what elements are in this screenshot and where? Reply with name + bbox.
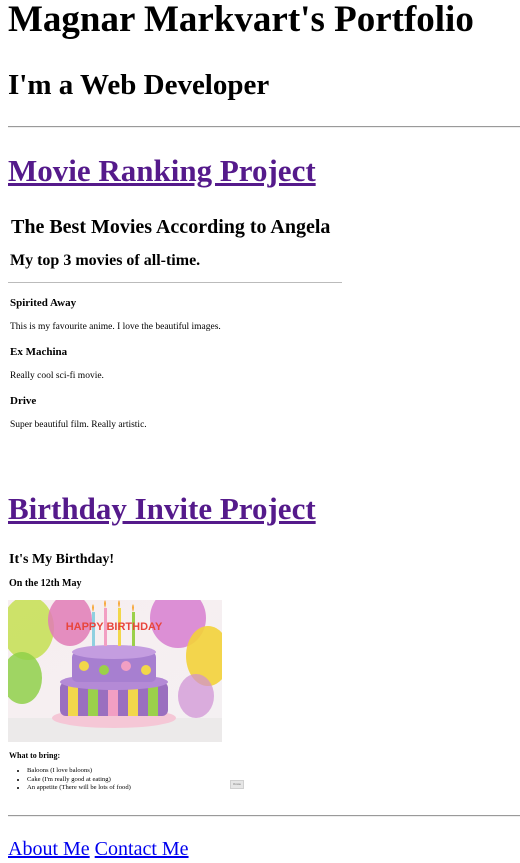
contact-me-link[interactable]: Contact Me	[95, 838, 189, 860]
footer-nav: About Me Contact Me	[8, 836, 189, 862]
page-title: Magnar Markvart's Portfolio	[8, 0, 474, 40]
movie-desc: This is my favourite anime. I love the b…	[10, 322, 221, 332]
movie-page-title: The Best Movies According to Angela	[11, 216, 331, 238]
movie-desc: Super beautiful film. Really artistic.	[10, 420, 147, 430]
bring-list-item: Cake (I'm really good at eating)	[27, 776, 131, 785]
birthday-cake-image: HAPPY BIRTHDAY	[8, 600, 222, 742]
movie-divider	[8, 282, 342, 283]
page-subtitle: I'm a Web Developer	[8, 69, 270, 101]
birthday-date: On the 12th May	[9, 578, 82, 589]
bottom-divider	[8, 815, 520, 817]
what-to-bring-heading: What to bring:	[9, 751, 61, 760]
movie-page-subtitle: My top 3 movies of all-time.	[10, 252, 201, 269]
movie-project-preview[interactable]: The Best Movies According to Angela My t…	[8, 208, 348, 448]
movie-name: Drive	[10, 395, 37, 407]
bring-list-item: An appetite (There will be lots of food)	[27, 784, 131, 793]
top-divider	[8, 126, 520, 128]
movie-desc: Really cool sci-fi movie.	[10, 371, 104, 381]
birthday-project-link[interactable]: Birthday Invite Project	[8, 492, 316, 526]
birthday-page-title: It's My Birthday!	[9, 552, 114, 567]
movie-item: Spirited Away This is my favourite anime…	[10, 296, 340, 333]
rsvp-button[interactable]: Know	[230, 780, 244, 789]
about-me-link[interactable]: About Me	[8, 838, 90, 860]
bring-list-item: Baloons (I love baloons)	[27, 767, 131, 776]
cake-happy-birthday-text: HAPPY BIRTHDAY	[66, 621, 163, 633]
movie-item: Ex Machina Really cool sci-fi movie.	[10, 345, 340, 382]
bring-list: Baloons (I love baloons) Cake (I'm reall…	[8, 767, 131, 793]
movie-name: Ex Machina	[10, 346, 68, 358]
movie-project-link[interactable]: Movie Ranking Project	[8, 154, 338, 188]
movie-item: Drive Super beautiful film. Really artis…	[10, 394, 340, 431]
movie-name: Spirited Away	[10, 297, 77, 309]
birthday-project-preview[interactable]: It's My Birthday! On the 12th May HAPPY …	[8, 548, 258, 800]
